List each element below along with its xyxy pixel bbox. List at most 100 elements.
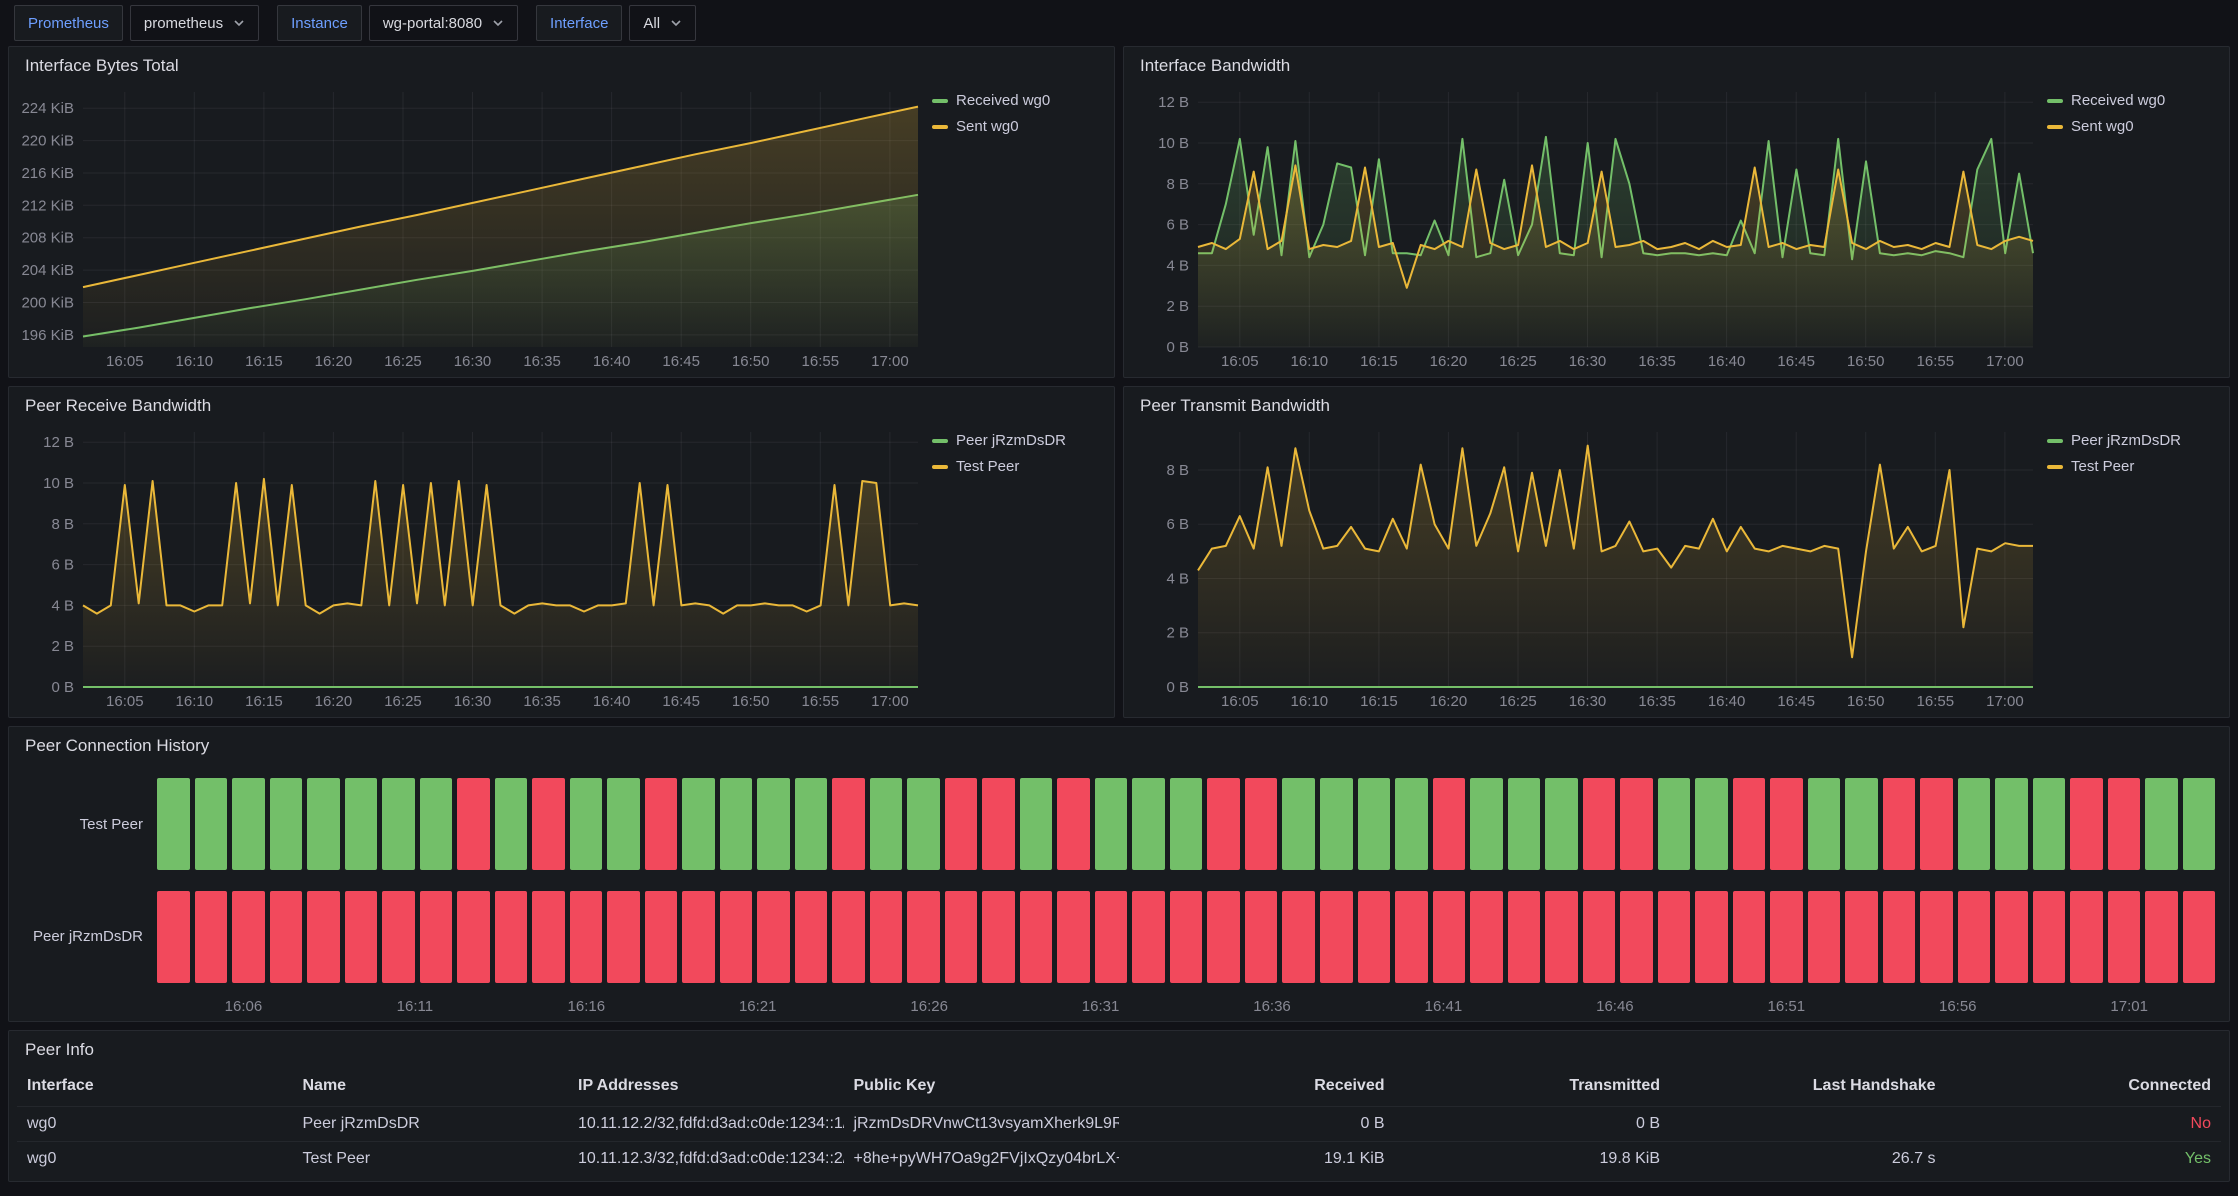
state-bar[interactable] (1170, 778, 1203, 870)
state-bar[interactable] (195, 778, 228, 870)
panel-title-peer-connection-history[interactable]: Peer Connection History (9, 727, 2229, 760)
state-bar[interactable] (720, 891, 753, 983)
state-bar[interactable] (307, 778, 340, 870)
column-header-connected[interactable]: Connected (1946, 1077, 2222, 1095)
state-bar[interactable] (532, 891, 565, 983)
state-bar[interactable] (157, 891, 190, 983)
state-bar[interactable] (382, 778, 415, 870)
timeline-bars[interactable] (157, 778, 2215, 870)
state-bar[interactable] (795, 891, 828, 983)
state-bar[interactable] (1658, 891, 1691, 983)
state-bar[interactable] (232, 778, 265, 870)
state-bar[interactable] (945, 778, 978, 870)
state-bar[interactable] (1320, 778, 1353, 870)
state-bar[interactable] (495, 778, 528, 870)
state-bar[interactable] (1207, 891, 1240, 983)
state-bar[interactable] (1132, 891, 1165, 983)
state-bar[interactable] (1020, 891, 1053, 983)
variable-select-interface[interactable]: All (629, 5, 696, 41)
state-bar[interactable] (1132, 778, 1165, 870)
state-bar[interactable] (1845, 778, 1878, 870)
state-bar[interactable] (1883, 891, 1916, 983)
state-bar[interactable] (1395, 778, 1428, 870)
state-bar[interactable] (1358, 891, 1391, 983)
state-bar[interactable] (157, 778, 190, 870)
column-header-transmitted[interactable]: Transmitted (1395, 1077, 1671, 1095)
state-bar[interactable] (1620, 891, 1653, 983)
state-bar[interactable] (720, 778, 753, 870)
legend-item[interactable]: Peer jRzmDsDR (2047, 432, 2219, 449)
state-bar[interactable] (1057, 891, 1090, 983)
panel-title-peer-info[interactable]: Peer Info (9, 1031, 2229, 1064)
variable-label-instance[interactable]: Instance (277, 5, 362, 41)
state-bar[interactable] (1808, 778, 1841, 870)
state-bar[interactable] (420, 891, 453, 983)
state-bar[interactable] (682, 778, 715, 870)
state-bar[interactable] (2033, 891, 2066, 983)
timeline-bars[interactable] (157, 891, 2215, 983)
state-bar[interactable] (382, 891, 415, 983)
state-bar[interactable] (945, 891, 978, 983)
state-bar[interactable] (2108, 891, 2141, 983)
column-header-public-key[interactable]: Public Key (844, 1077, 1120, 1095)
state-bar[interactable] (232, 891, 265, 983)
state-bar[interactable] (2070, 778, 2103, 870)
state-bar[interactable] (1433, 891, 1466, 983)
legend-item[interactable]: Received wg0 (2047, 92, 2219, 109)
peer-transmit-chart[interactable]: 0 B2 B4 B6 B8 B16:0516:1016:1516:2016:25… (1132, 420, 2041, 713)
state-bar[interactable] (1958, 778, 1991, 870)
legend-item[interactable]: Test Peer (2047, 458, 2219, 475)
state-bar[interactable] (682, 891, 715, 983)
state-bar[interactable] (420, 778, 453, 870)
column-header-interface[interactable]: Interface (17, 1077, 293, 1095)
state-bar[interactable] (1808, 891, 1841, 983)
state-bar[interactable] (907, 891, 940, 983)
state-bar[interactable] (757, 891, 790, 983)
state-bar[interactable] (1020, 778, 1053, 870)
legend-item[interactable]: Sent wg0 (2047, 118, 2219, 135)
state-bar[interactable] (495, 891, 528, 983)
panel-title-peer-transmit-bandwidth[interactable]: Peer Transmit Bandwidth (1124, 387, 2229, 420)
state-bar[interactable] (1508, 891, 1541, 983)
state-bar[interactable] (1470, 891, 1503, 983)
state-bar[interactable] (607, 891, 640, 983)
panel-title-interface-bandwidth[interactable]: Interface Bandwidth (1124, 47, 2229, 80)
state-bar[interactable] (2070, 891, 2103, 983)
state-bar[interactable] (1733, 778, 1766, 870)
interface-bandwidth-chart[interactable]: 0 B2 B4 B6 B8 B10 B12 B16:0516:1016:1516… (1132, 80, 2041, 373)
state-bar[interactable] (2145, 891, 2178, 983)
state-bar[interactable] (1695, 891, 1728, 983)
state-bar[interactable] (1770, 891, 1803, 983)
state-bar[interactable] (1170, 891, 1203, 983)
state-bar[interactable] (1995, 891, 2028, 983)
peer-receive-chart[interactable]: 0 B2 B4 B6 B8 B10 B12 B16:0516:1016:1516… (17, 420, 926, 713)
state-bar[interactable] (1470, 778, 1503, 870)
state-bar[interactable] (982, 891, 1015, 983)
state-bar[interactable] (870, 891, 903, 983)
panel-title-peer-receive-bandwidth[interactable]: Peer Receive Bandwidth (9, 387, 1114, 420)
state-bar[interactable] (1695, 778, 1728, 870)
state-bar[interactable] (982, 778, 1015, 870)
state-bar[interactable] (1770, 778, 1803, 870)
state-bar[interactable] (457, 778, 490, 870)
state-bar[interactable] (795, 778, 828, 870)
state-bar[interactable] (1282, 891, 1315, 983)
state-bar[interactable] (832, 891, 865, 983)
state-bar[interactable] (1245, 778, 1278, 870)
legend-item[interactable]: Test Peer (932, 458, 1104, 475)
state-bar[interactable] (907, 778, 940, 870)
state-bar[interactable] (570, 778, 603, 870)
state-bar[interactable] (832, 778, 865, 870)
state-bar[interactable] (1095, 891, 1128, 983)
state-bar[interactable] (1583, 891, 1616, 983)
interface-bytes-chart[interactable]: 196 KiB200 KiB204 KiB208 KiB212 KiB216 K… (17, 80, 926, 373)
state-bar[interactable] (1057, 778, 1090, 870)
state-bar[interactable] (870, 778, 903, 870)
state-bar[interactable] (2145, 778, 2178, 870)
state-bar[interactable] (1282, 778, 1315, 870)
legend-item[interactable]: Received wg0 (932, 92, 1104, 109)
column-header-name[interactable]: Name (293, 1077, 569, 1095)
state-bar[interactable] (532, 778, 565, 870)
state-bar[interactable] (2033, 778, 2066, 870)
state-bar[interactable] (270, 891, 303, 983)
